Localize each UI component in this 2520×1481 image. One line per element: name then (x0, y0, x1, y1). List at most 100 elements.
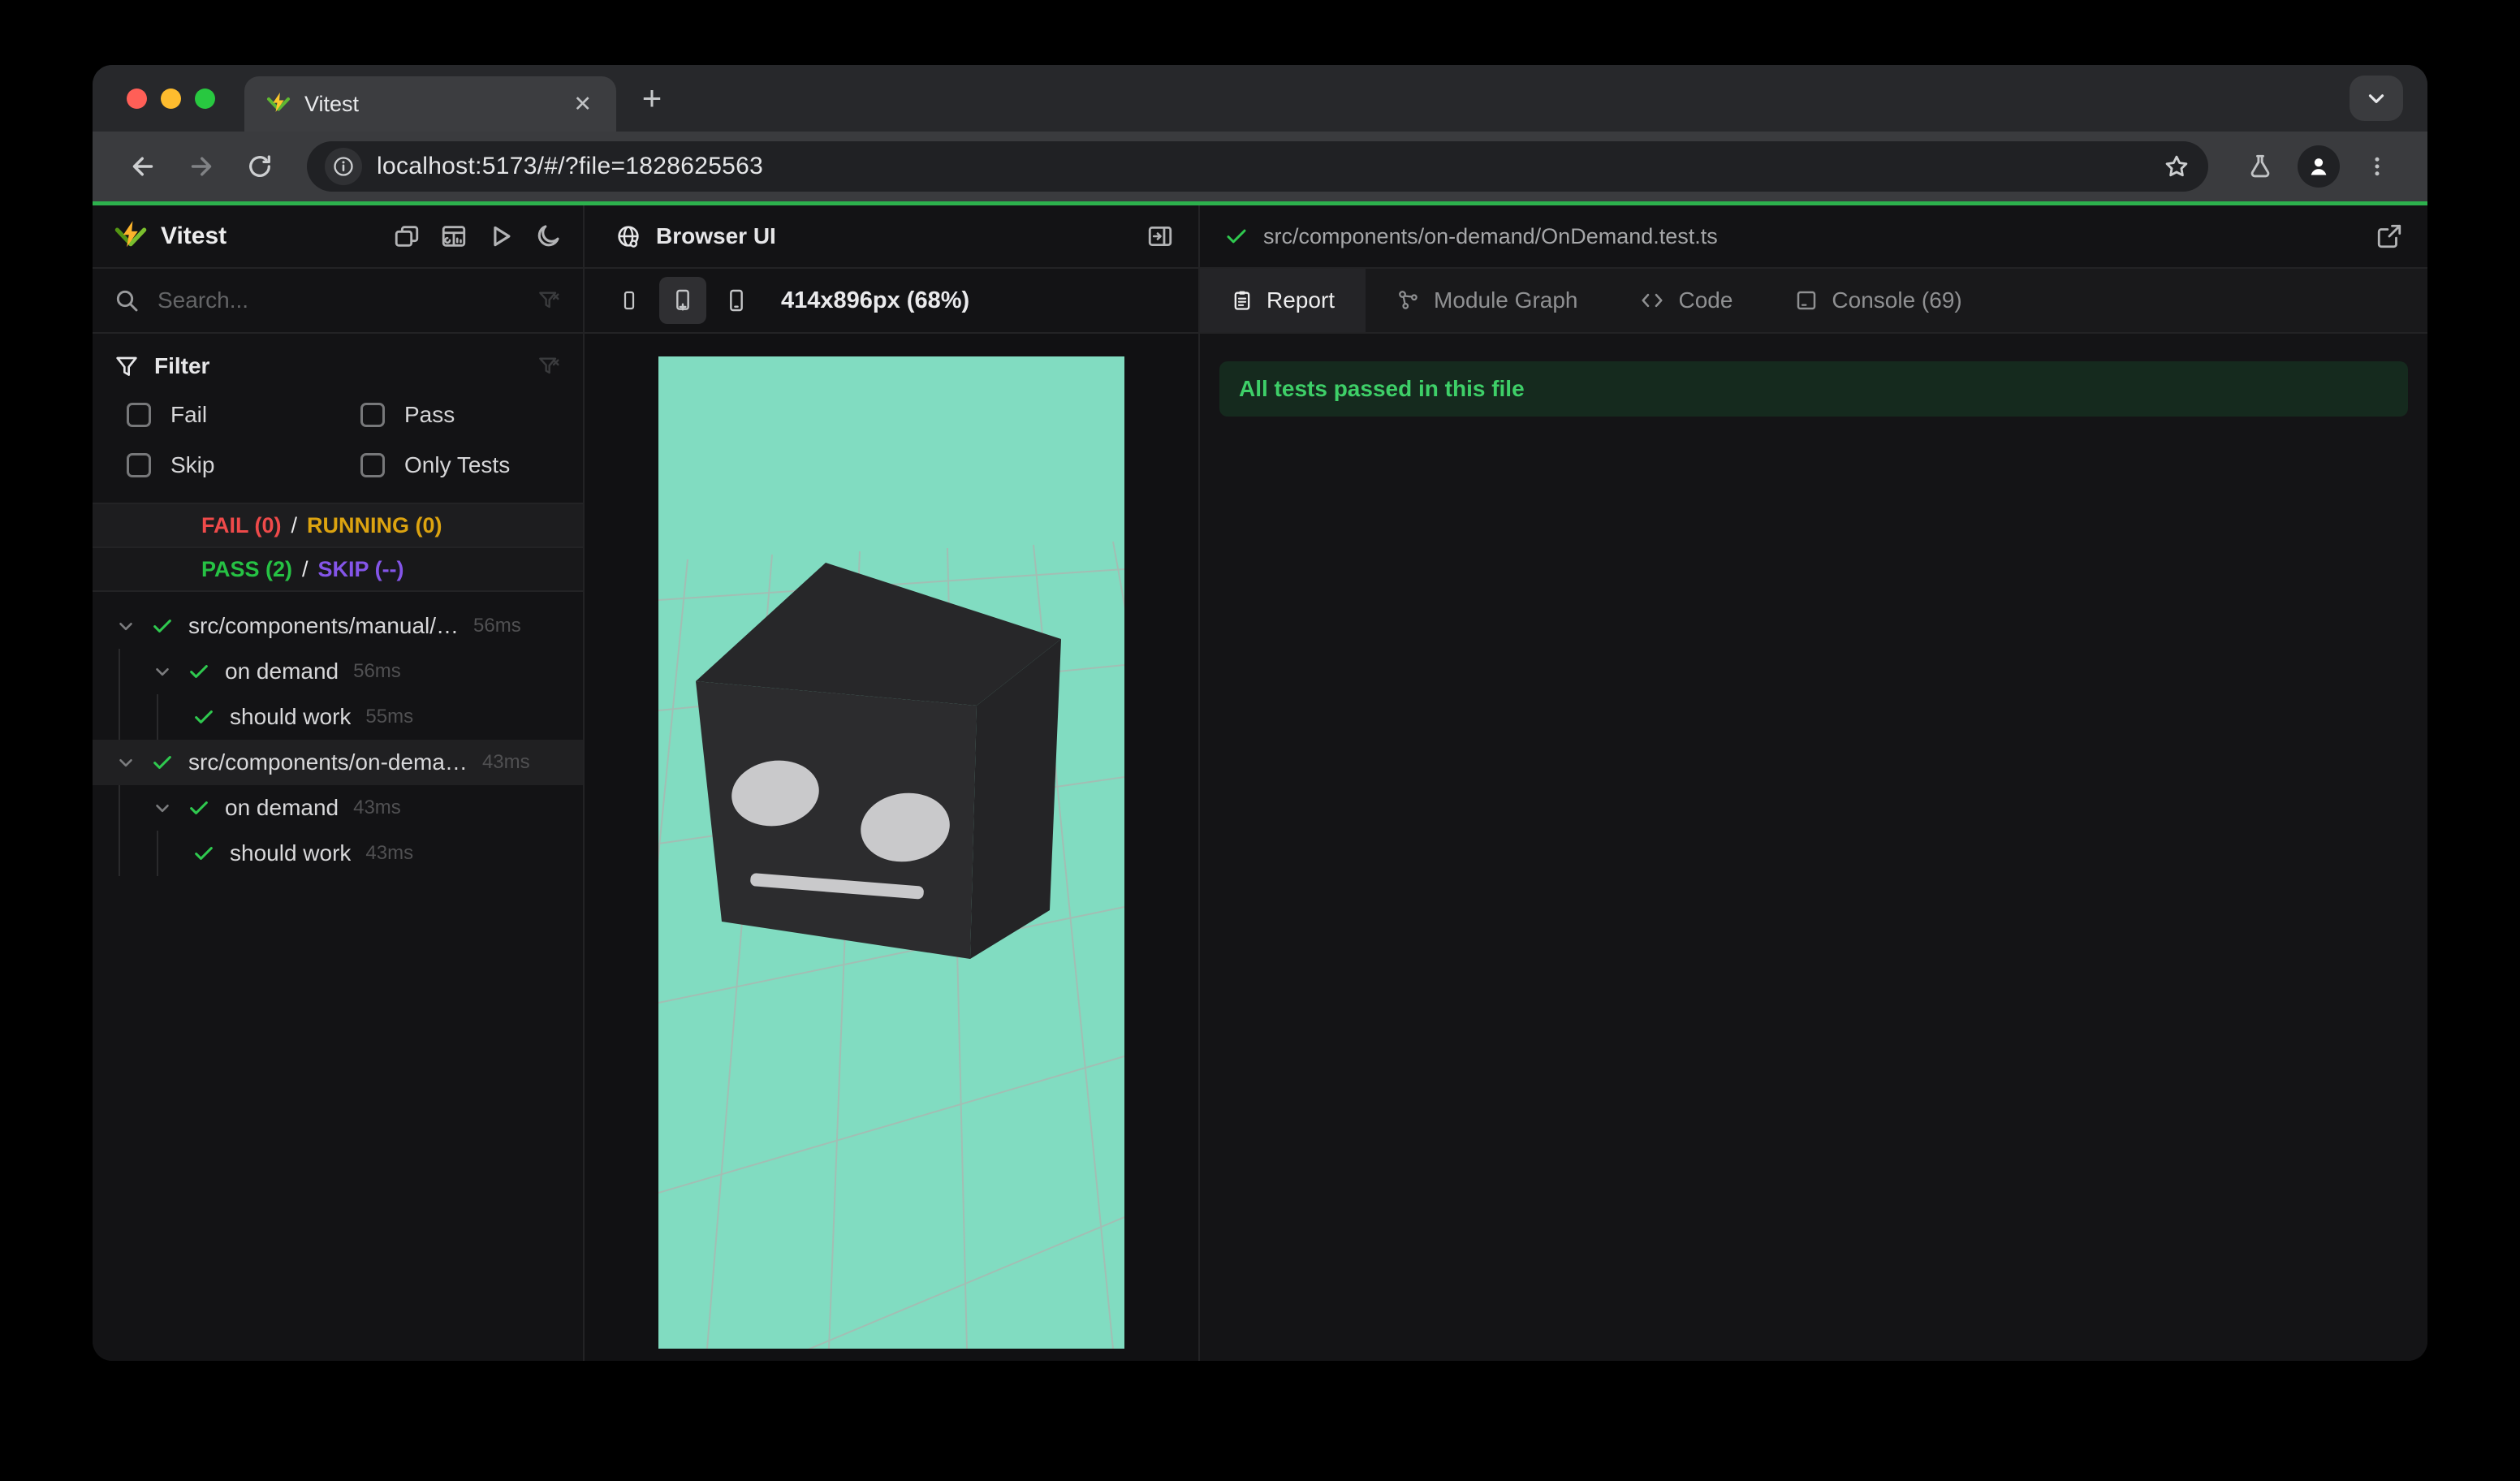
tree-item-duration: 56ms (353, 660, 401, 682)
tab-search-button[interactable] (2350, 76, 2403, 121)
flask-icon (2250, 154, 2270, 178)
tree-item-duration: 43ms (481, 751, 530, 773)
checkbox[interactable] (127, 453, 151, 477)
tree-item-label: should work (230, 840, 352, 866)
info-icon (334, 157, 353, 176)
report-icon (1234, 291, 1250, 310)
vitest-logo (114, 219, 148, 253)
tree-item[interactable]: on demand 43ms (93, 785, 583, 831)
tree-item[interactable]: should work 55ms (93, 694, 583, 740)
open-file-path: src/components/on-demand/OnDemand.test.t… (1263, 223, 1718, 248)
status-summary: FAIL (0) / RUNNING (0) PASS (2) / SKIP (… (93, 504, 583, 592)
bookmark-button[interactable] (2163, 153, 2190, 180)
code-icon (1642, 293, 1663, 308)
device-toolbar: 414x896px (68%) (585, 269, 1198, 334)
checkbox[interactable] (360, 453, 385, 477)
app-title: Vitest (161, 222, 227, 249)
new-tab-button[interactable]: + (626, 72, 678, 124)
tree-item-label: on demand (225, 658, 339, 684)
clear-filter-icon[interactable] (536, 287, 562, 313)
back-icon (132, 157, 153, 176)
device-phone-frame-button[interactable] (713, 277, 760, 324)
external-link-icon (2377, 224, 2401, 248)
detail-view-button[interactable] (393, 222, 421, 250)
tree-item-duration: 55ms (365, 706, 414, 728)
refresh-icon (249, 155, 270, 177)
chevron-down-icon[interactable] (152, 797, 173, 818)
open-in-editor-button[interactable] (2375, 222, 2403, 250)
phone-frame-icon (730, 289, 743, 312)
dark-mode-icon (537, 225, 559, 247)
profile-button[interactable] (2298, 145, 2340, 188)
check-icon (151, 751, 174, 774)
dashboard-button[interactable] (440, 222, 468, 250)
tree-item-label: should work (230, 704, 352, 729)
kebab-menu-button[interactable] (2351, 140, 2403, 192)
checkbox[interactable] (127, 403, 151, 427)
tree-item[interactable]: src/components/on-dema… 43ms (93, 740, 583, 785)
run-all-button[interactable] (487, 222, 515, 250)
vitest-ui: Vitest Search... Filter Fail Pass Skip O… (93, 205, 2427, 1361)
device-phone-plus-button[interactable] (659, 277, 706, 324)
phone-small-icon (624, 291, 635, 310)
check-icon (151, 615, 174, 637)
tree-item[interactable]: should work 43ms (93, 831, 583, 876)
chevron-down-icon[interactable] (152, 661, 173, 682)
run-all-icon (494, 226, 511, 247)
forward-button[interactable] (175, 140, 227, 192)
search-input[interactable] (156, 287, 520, 314)
tab-report[interactable]: Report (1200, 269, 1366, 332)
filter-option-only-tests[interactable]: Only Tests (360, 452, 562, 478)
tab-console[interactable]: Console (69) (1763, 269, 1992, 332)
browser-tab-vitest[interactable]: Vitest ✕ (244, 76, 616, 132)
url-text[interactable]: localhost:5173/#/?file=1828625563 (377, 153, 2148, 180)
filter-option-skip[interactable]: Skip (127, 452, 360, 478)
browser-preview-viewport[interactable] (658, 356, 1124, 1349)
report-tabs: Report Module Graph Code Console (69) (1200, 269, 2427, 334)
sidebar-header: Vitest (93, 205, 583, 269)
module-graph-icon (1399, 291, 1418, 309)
refresh-button[interactable] (234, 140, 286, 192)
funnel-icon (116, 356, 137, 376)
viewport-size-label: 414x896px (68%) (781, 287, 970, 313)
clear-filter-icon[interactable] (536, 353, 562, 379)
address-bar[interactable]: localhost:5173/#/?file=1828625563 (307, 141, 2208, 192)
test-tree: src/components/manual/… 56ms on demand 5… (93, 592, 583, 1361)
tab-search-chevron-icon (2368, 94, 2384, 103)
browser-ui-panel: Browser UI 414x896px (68%) (585, 205, 1200, 1361)
check-icon (188, 797, 210, 819)
tab-code[interactable]: Code (1608, 269, 1763, 332)
experiments-button[interactable] (2234, 140, 2286, 192)
tab-module-graph[interactable]: Module Graph (1366, 269, 1608, 332)
dock-right-icon (1148, 226, 1172, 247)
close-window-button[interactable] (127, 88, 147, 109)
site-info-button[interactable] (325, 148, 362, 185)
skip-count: SKIP (--) (317, 556, 404, 581)
filter-option-fail[interactable]: Fail (127, 402, 360, 428)
tree-item-label: src/components/manual/… (188, 613, 460, 638)
traffic-lights[interactable] (93, 88, 244, 109)
tree-item-label: src/components/on-dema… (188, 749, 468, 775)
console-icon (1797, 291, 1816, 310)
tab-title: Vitest (304, 91, 360, 116)
dock-panel-button[interactable] (1146, 222, 1174, 250)
dark-mode-button[interactable] (534, 222, 562, 250)
minimize-window-button[interactable] (161, 88, 181, 109)
zoom-window-button[interactable] (195, 88, 215, 109)
tree-item[interactable]: on demand 56ms (93, 649, 583, 694)
pass-count: PASS (2) (201, 556, 293, 581)
checkbox[interactable] (360, 403, 385, 427)
device-phone-small-button[interactable] (606, 277, 653, 324)
profile-icon (2311, 158, 2327, 175)
chevron-down-icon[interactable] (115, 615, 136, 637)
back-button[interactable] (117, 140, 169, 192)
favicon (265, 91, 291, 117)
check-icon (192, 706, 215, 728)
filter-option-pass[interactable]: Pass (360, 402, 562, 428)
chevron-down-icon[interactable] (115, 752, 136, 773)
check-icon (192, 842, 215, 865)
preview-area (585, 334, 1198, 1361)
tree-item[interactable]: src/components/manual/… 56ms (93, 603, 583, 649)
browser-panel-title: Browser UI (656, 223, 776, 248)
tab-close-icon[interactable]: ✕ (570, 92, 595, 117)
